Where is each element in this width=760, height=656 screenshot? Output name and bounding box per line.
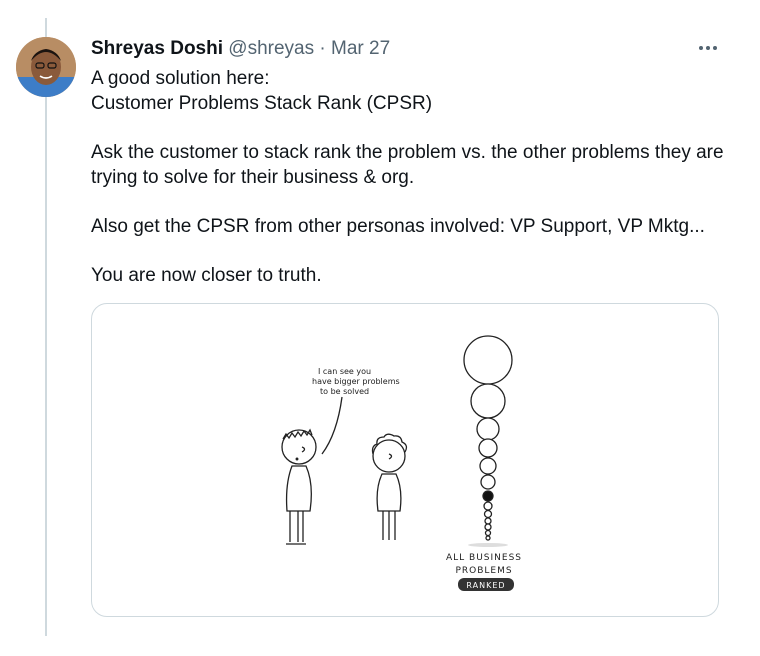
caption-line-1: ALL BUSINESS [446,553,522,563]
speech-text-2: have bigger problems [312,377,400,386]
tweet-date[interactable]: Mar 27 [331,38,390,59]
tweet-header: Shreyas Doshi @shreyas · Mar 27 [91,37,390,61]
speech-text-3: to be solved [320,387,369,396]
ranked-badge-text: RANKED [466,581,505,590]
separator: · [319,38,326,59]
illustration: I can see you have bigger problems to be… [281,335,522,591]
tweet-line: Also get the CPSR from other personas in… [91,216,705,237]
person-right [371,433,408,540]
tweet-line: You are now closer to truth. [91,265,322,286]
author-name[interactable]: Shreyas Doshi [91,38,223,59]
thread-line [45,18,47,636]
circle-stack [463,335,513,547]
author-handle[interactable]: @shreyas [228,38,314,59]
avatar[interactable] [16,37,76,97]
ellipsis-icon[interactable] [694,36,722,60]
tweet-line: Ask the customer to stack rank the probl… [91,142,724,188]
speech-tail [321,396,343,455]
person-left [281,428,317,545]
tweet-line: A good solution here: [91,68,270,89]
tweet-media[interactable]: I can see you have bigger problems to be… [91,303,719,617]
tweet-line: Customer Problems Stack Rank (CPSR) [91,93,433,114]
tweet-text: A good solution here: Customer Problems … [91,66,731,288]
avatar-image [16,37,76,97]
caption-line-2: PROBLEMS [455,566,512,576]
speech-text-1: I can see you [318,367,371,376]
